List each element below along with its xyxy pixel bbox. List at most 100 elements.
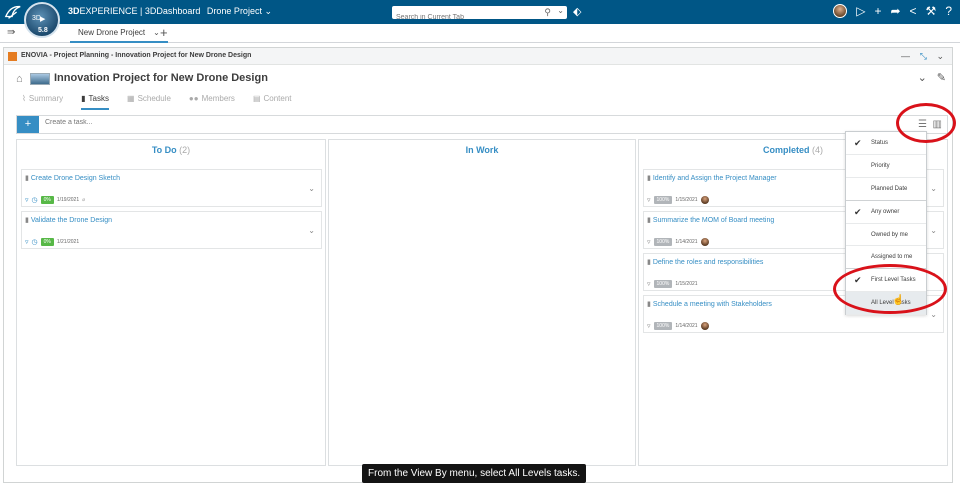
calendar-icon: ▦ — [127, 94, 135, 103]
tab-tasks[interactable]: ▮ Tasks — [81, 94, 109, 110]
checkmark-icon: ✔ — [854, 206, 862, 217]
chevron-down-icon[interactable]: ⌄ — [936, 51, 944, 62]
chevron-down-icon[interactable]: ⌄ — [308, 184, 315, 193]
menu-item-owned-by-me[interactable]: Owned by me — [846, 224, 926, 247]
3ds-logo-icon[interactable] — [4, 3, 22, 21]
attachment-icon: ⌀ — [82, 197, 86, 203]
task-title[interactable]: ▮ Define the roles and responsibilities — [647, 258, 763, 266]
due-date: 1/14/2021 — [675, 239, 698, 245]
tab-schedule[interactable]: ▦ Schedule — [127, 94, 171, 110]
menu-item-label: Status — [871, 140, 889, 146]
dashboard-tab-bar: ⇛ New Drone Project ⌄ + — [0, 24, 960, 43]
task-icon: ▮ — [647, 217, 651, 224]
task-title[interactable]: ▮ Summarize the MOM of Board meeting — [647, 216, 774, 224]
search-input[interactable] — [392, 11, 532, 24]
tab-members-label: Members — [201, 94, 235, 103]
task-title-text: Create Drone Design Sketch — [30, 175, 120, 182]
annotation-ellipse-view-icon — [896, 103, 956, 143]
tab-content-label: Content — [263, 94, 292, 103]
top-actions: ▷ + ➦ < ⚒ ? — [833, 4, 952, 18]
create-task-button[interactable]: + — [17, 116, 39, 133]
due-date: 1/19/2021 — [56, 197, 80, 203]
clock-icon: ◷ — [31, 239, 38, 246]
maximize-icon[interactable]: ⤡ — [920, 51, 927, 62]
column-name: Completed — [762, 145, 810, 155]
task-meta: ▿ 100% 1/15/2021 — [647, 196, 709, 204]
menu-item-priority[interactable]: Priority — [846, 155, 926, 178]
task-title[interactable]: ▮ Create Drone Design Sketch — [25, 174, 120, 182]
task-card[interactable]: ▮ Validate the Drone Design ⌄ ▿ ◷ 0% 1/21/… — [21, 211, 322, 249]
chevron-down-icon[interactable]: ⌄ — [930, 310, 937, 319]
project-title: Innovation Project for New Drone Design — [54, 72, 268, 84]
task-meta: ▿ ◷ 0% 1/19/2021 ⌀ — [25, 196, 85, 204]
task-card[interactable]: ▮ Create Drone Design Sketch ⌄ ▿ ◷ 0% 1/19… — [21, 169, 322, 207]
brand-name: EXPERIENCE | 3DDashboard — [79, 6, 201, 16]
task-icon: ▮ — [25, 175, 29, 182]
percent-badge: 100% — [653, 238, 673, 246]
home-icon[interactable]: ⌂ — [16, 73, 23, 85]
help-icon[interactable]: ? — [945, 4, 952, 18]
owner-avatar[interactable] — [700, 196, 709, 204]
search-box[interactable]: ⚲ ⌄ — [392, 6, 567, 24]
status-icon: ▿ — [647, 197, 651, 204]
chevron-down-icon[interactable]: ⌄ — [264, 6, 272, 16]
edit-icon[interactable]: ✎ — [937, 71, 946, 84]
tag-icon[interactable]: ⬖ — [573, 5, 581, 18]
chevron-down-icon[interactable]: ⌄ — [153, 28, 160, 37]
chevron-down-icon[interactable]: ⌄ — [930, 226, 937, 235]
checkmark-icon: ✔ — [854, 138, 862, 148]
sidebar-toggle-icon[interactable]: ⇛ — [7, 27, 15, 38]
menu-item-planned-date[interactable]: Planned Date — [846, 178, 926, 201]
due-date: 1/15/2021 — [675, 281, 698, 287]
project-planning-widget: ENOVIA - Project Planning - Innovation P… — [3, 47, 953, 483]
percent-badge: 100% — [653, 280, 673, 288]
tab-summary[interactable]: ⌇ Summary — [22, 94, 63, 110]
task-title[interactable]: ▮ Schedule a meeting with Stakeholders — [647, 300, 772, 308]
chevron-down-icon[interactable]: ⌄ — [308, 226, 315, 235]
user-avatar[interactable] — [833, 4, 848, 18]
tab-content[interactable]: ▤ Content — [253, 94, 292, 110]
task-title[interactable]: ▮ Validate the Drone Design — [25, 216, 112, 224]
status-icon: ▿ — [647, 281, 651, 288]
menu-item-label: Priority — [871, 162, 890, 169]
share-icon[interactable]: ➦ — [890, 4, 900, 18]
column-count: (2) — [179, 145, 191, 155]
menu-item-any-owner[interactable]: ✔ Any owner — [846, 201, 926, 224]
filter-icon[interactable]: ⚲ — [544, 7, 551, 18]
enovia-app-icon — [8, 52, 17, 61]
tab-members[interactable]: ●● Members — [189, 94, 235, 110]
percent-badge: 0% — [40, 196, 54, 204]
task-title-text: Schedule a meeting with Stakeholders — [652, 301, 772, 308]
social-icon[interactable]: < — [910, 4, 917, 18]
compass-icon[interactable]: 3D ▶ 5.8 — [24, 2, 60, 38]
task-title[interactable]: ▮ Identify and Assign the Project Manager — [647, 174, 777, 182]
menu-item-label: Any owner — [871, 208, 900, 215]
tab-new-drone-project[interactable]: New Drone Project ⌄ — [70, 24, 168, 43]
document-icon: ▤ — [252, 94, 261, 103]
owner-avatar[interactable] — [700, 322, 709, 330]
widget-header: ENOVIA - Project Planning - Innovation P… — [4, 48, 952, 65]
project-header: ⌂ Innovation Project for New Drone Desig… — [16, 70, 946, 88]
column-to-do: To Do (2) ▮ Create Drone Design Sketch ⌄ … — [16, 139, 326, 466]
owner-avatar[interactable] — [700, 238, 709, 246]
create-task-input[interactable] — [45, 119, 345, 126]
minimize-icon[interactable]: — — [901, 51, 910, 61]
chevron-down-icon[interactable]: ⌄ — [557, 6, 564, 15]
due-date: 1/21/2021 — [56, 239, 80, 245]
messages-icon[interactable]: ▷ — [856, 4, 865, 18]
column-count: (4) — [812, 145, 824, 155]
tab-tasks-label: Tasks — [88, 94, 109, 103]
tools-icon[interactable]: ⚒ — [926, 4, 937, 18]
chevron-down-icon[interactable]: ⌄ — [930, 184, 937, 193]
dashboard-name[interactable]: Drone Project — [207, 6, 262, 16]
task-title-text: Validate the Drone Design — [30, 217, 113, 224]
chevron-down-icon[interactable]: ⌄ — [918, 71, 927, 84]
menu-item-label: Assigned to me — [871, 254, 913, 261]
tab-schedule-label: Schedule — [137, 94, 171, 103]
column-header: In Work — [329, 140, 635, 160]
add-tab-icon[interactable]: + — [160, 25, 168, 40]
hand-cursor-icon: ☝ — [892, 295, 905, 306]
project-nav-tabs: ⌇ Summary ▮ Tasks ▦ Schedule ●● Members ▤ Con… — [22, 94, 292, 110]
add-icon[interactable]: + — [874, 4, 881, 18]
due-date: 1/15/2021 — [675, 197, 698, 203]
